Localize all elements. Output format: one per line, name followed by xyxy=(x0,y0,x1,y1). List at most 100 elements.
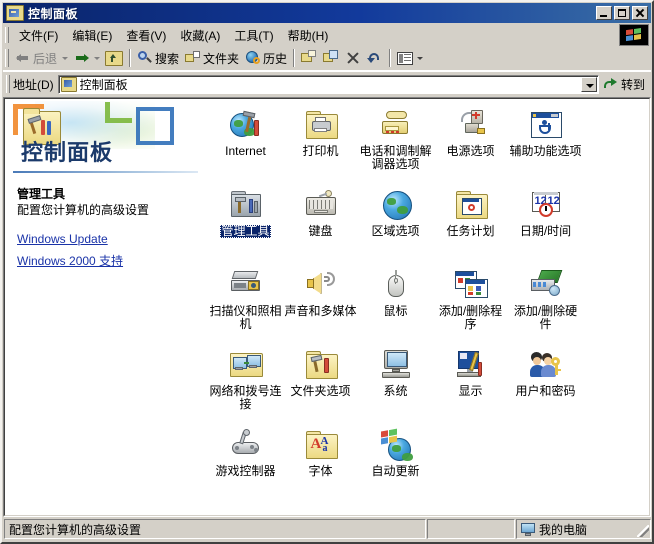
cp-item-label: 自动更新 xyxy=(370,465,420,478)
address-dropdown-button[interactable] xyxy=(581,77,597,92)
control-panel-items-grid: Internet 打印机 xyxy=(204,99,649,515)
close-button[interactable] xyxy=(632,6,648,20)
cp-item-keyboard[interactable]: 键盘 xyxy=(283,187,358,267)
search-button[interactable]: 搜索 xyxy=(134,47,182,69)
cp-item-scheduled-tasks[interactable]: 任务计划 xyxy=(433,187,508,267)
go-arrow-icon xyxy=(603,77,619,91)
title-bar[interactable]: 控制面板 xyxy=(3,3,651,23)
move-to-button[interactable] xyxy=(298,47,320,69)
search-label: 搜索 xyxy=(155,50,179,67)
close-icon xyxy=(633,7,647,19)
history-button[interactable]: 历史 xyxy=(242,47,290,69)
cp-item-display[interactable]: 显示 xyxy=(433,347,508,427)
menu-bar: 文件(F) 编辑(E) 查看(V) 收藏(A) 工具(T) 帮助(H) xyxy=(3,24,651,46)
back-dropdown-icon[interactable] xyxy=(62,57,68,60)
phone-modem-options-icon xyxy=(380,109,412,141)
back-button[interactable]: 后退 xyxy=(12,47,60,69)
cp-item-mouse[interactable]: 鼠标 xyxy=(358,267,433,347)
cp-item-printers[interactable]: 打印机 xyxy=(283,107,358,187)
copy-to-button[interactable] xyxy=(320,47,342,69)
cp-item-regional-options[interactable]: 区域选项 xyxy=(358,187,433,267)
status-bar: 配置您计算机的高级设置 我的电脑 xyxy=(3,518,651,541)
go-button[interactable]: 转到 xyxy=(599,76,650,93)
toolbar-drag-grip[interactable] xyxy=(5,49,9,67)
address-folder-icon xyxy=(61,77,77,92)
forward-button[interactable] xyxy=(70,47,92,69)
menu-file[interactable]: 文件(F) xyxy=(12,25,65,46)
undo-button[interactable] xyxy=(364,47,386,69)
cp-item-power-options[interactable]: 电源选项 xyxy=(433,107,508,187)
cp-item-label: 游戏控制器 xyxy=(214,465,276,478)
toolbar-separator-2 xyxy=(293,49,295,67)
cp-item-label: 用户和密码 xyxy=(514,385,576,398)
history-label: 历史 xyxy=(263,50,287,67)
address-value: 控制面板 xyxy=(80,76,128,93)
sidebar-banner: 控制面板 xyxy=(5,99,204,171)
delete-button[interactable] xyxy=(342,47,364,69)
folders-icon xyxy=(185,50,201,66)
views-dropdown-icon[interactable] xyxy=(417,57,423,60)
mouse-icon xyxy=(380,269,412,301)
move-to-icon xyxy=(301,50,317,66)
toolbar-separator-3 xyxy=(389,49,391,67)
menu-drag-grip[interactable] xyxy=(5,27,9,43)
cp-item-date-time[interactable]: 12 12 日期/时间 xyxy=(508,187,583,267)
cp-item-network-dialup[interactable]: 网络和拨号连接 xyxy=(208,347,283,427)
my-computer-icon xyxy=(521,523,535,536)
power-options-icon xyxy=(455,109,487,141)
folders-label: 文件夹 xyxy=(203,50,239,67)
cp-item-label: 日期/时间 xyxy=(519,225,572,238)
views-button[interactable] xyxy=(394,47,428,69)
keyboard-icon xyxy=(305,189,337,221)
cp-item-folder-options[interactable]: 文件夹选项 xyxy=(283,347,358,427)
menu-help[interactable]: 帮助(H) xyxy=(281,25,336,46)
views-icon xyxy=(397,52,413,65)
client-inner: 控制面板 管理工具 配置您计算机的高级设置 Windows Update Win… xyxy=(4,98,650,516)
minimize-button[interactable] xyxy=(596,6,612,20)
banner-bracket-green-icon xyxy=(105,102,132,123)
cp-item-add-remove-programs[interactable]: 添加/删除程序 xyxy=(433,267,508,347)
cp-item-sounds-multimedia[interactable]: 声音和多媒体 xyxy=(283,267,358,347)
cp-item-label: 电源选项 xyxy=(445,145,495,158)
back-arrow-icon xyxy=(15,50,31,66)
status-middle-pane xyxy=(427,519,515,539)
cp-item-accessibility-options[interactable]: 辅助功能选项 xyxy=(508,107,583,187)
display-icon xyxy=(455,349,487,381)
status-zone-label: 我的电脑 xyxy=(539,521,587,538)
cp-item-users-passwords[interactable]: 用户和密码 xyxy=(508,347,583,427)
address-input[interactable]: 控制面板 xyxy=(58,75,599,94)
cp-item-label: 添加/删除硬件 xyxy=(509,305,583,331)
cp-item-game-controllers[interactable]: 游戏控制器 xyxy=(208,427,283,507)
menu-tools[interactable]: 工具(T) xyxy=(227,25,280,46)
folders-button[interactable]: 文件夹 xyxy=(182,47,242,69)
automatic-updates-icon xyxy=(380,429,412,461)
cp-item-label: 显示 xyxy=(457,385,483,398)
sidebar-selected-description: 配置您计算机的高级设置 xyxy=(17,203,194,218)
cp-item-label: 字体 xyxy=(307,465,333,478)
fonts-icon: A A a xyxy=(305,429,337,461)
resize-grip[interactable] xyxy=(637,525,649,537)
menu-favorites[interactable]: 收藏(A) xyxy=(173,25,227,46)
maximize-button[interactable] xyxy=(614,6,630,20)
cp-item-internet-options[interactable]: Internet xyxy=(208,107,283,187)
up-folder-icon xyxy=(105,51,123,66)
cp-item-fonts[interactable]: A A a 字体 xyxy=(283,427,358,507)
cp-item-scanners-cameras[interactable]: 扫描仪和照相机 xyxy=(208,267,283,347)
link-windows-2000-support[interactable]: Windows 2000 支持 xyxy=(17,252,194,269)
cp-item-phone-modem-options[interactable]: 电话和调制解调器选项 xyxy=(358,107,433,187)
cp-item-add-remove-hardware[interactable]: 添加/删除硬件 xyxy=(508,267,583,347)
cp-item-system[interactable]: 系统 xyxy=(358,347,433,427)
address-label: 地址(D) xyxy=(13,76,58,93)
up-button[interactable] xyxy=(102,47,126,69)
banner-title: 控制面板 xyxy=(21,135,113,167)
menu-edit[interactable]: 编辑(E) xyxy=(65,25,119,46)
printers-icon xyxy=(305,109,337,141)
cp-item-administrative-tools[interactable]: 管理工具 xyxy=(208,187,283,267)
windows-flag-logo xyxy=(619,24,649,46)
link-windows-update[interactable]: Windows Update xyxy=(17,232,194,246)
forward-dropdown-icon[interactable] xyxy=(94,57,100,60)
cp-item-automatic-updates[interactable]: 自动更新 xyxy=(358,427,433,507)
go-label: 转到 xyxy=(621,76,645,93)
menu-view[interactable]: 查看(V) xyxy=(119,25,173,46)
addressbar-drag-grip[interactable] xyxy=(6,75,10,93)
